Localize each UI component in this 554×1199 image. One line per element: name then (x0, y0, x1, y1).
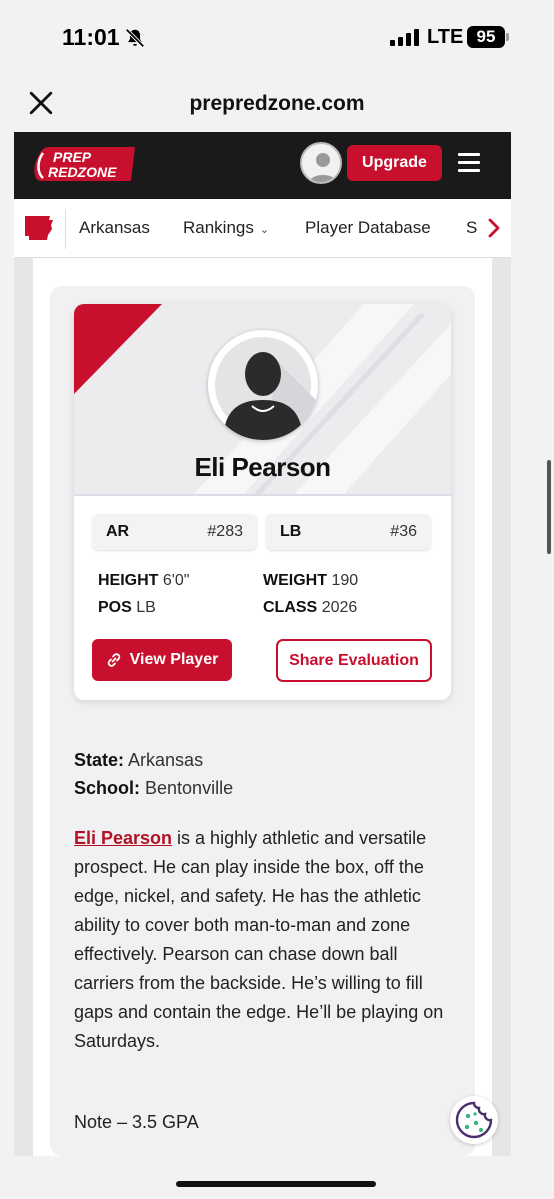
position-abbr: LB (280, 523, 302, 540)
player-name: Eli Pearson (194, 452, 331, 482)
school-info-label: School: (74, 778, 140, 798)
state-rank: #283 (207, 523, 243, 540)
cookie-icon (455, 1101, 493, 1139)
hamburger-menu-icon[interactable] (458, 153, 480, 173)
battery-nub (506, 33, 509, 41)
url-text[interactable]: prepredzone.com (0, 92, 554, 116)
nav-item-arkansas[interactable]: Arkansas (79, 218, 150, 238)
class-label: CLASS (263, 599, 318, 616)
view-player-button[interactable]: View Player (92, 639, 232, 681)
evaluation-body: is a highly athletic and versatile prosp… (74, 828, 444, 1051)
weight-value: 190 (331, 572, 359, 589)
player-evaluation-text: Eli Pearson is a highly athletic and ver… (74, 824, 448, 1056)
user-avatar-icon (308, 153, 338, 182)
bell-muted-icon (125, 28, 145, 48)
share-evaluation-button[interactable]: Share Evaluation (276, 639, 432, 682)
nav-item-player-database[interactable]: Player Database (305, 218, 431, 238)
state-info-label: State: (74, 750, 125, 770)
player-photo-placeholder (208, 330, 318, 440)
site-header: PREP REDZONE Upgrade (14, 132, 511, 199)
player-name-link[interactable]: Eli Pearson (74, 828, 172, 848)
nav-item-truncated[interactable]: S (466, 218, 477, 238)
content-area: Eli Pearson AR #283 LB #36 HEIGHT 6'0" W… (33, 258, 492, 1156)
view-player-label: View Player (129, 651, 219, 668)
player-silhouette-icon (215, 337, 318, 440)
logo-line2: REDZONE (48, 164, 117, 180)
state-info-value: Arkansas (128, 750, 204, 770)
state-rank-badge: AR #283 (92, 514, 257, 550)
cookie-settings-button[interactable] (450, 1096, 498, 1144)
class-value: 2026 (321, 599, 358, 616)
upgrade-button[interactable]: Upgrade (347, 145, 442, 181)
position-rank: #36 (390, 523, 417, 540)
arkansas-state-icon[interactable] (24, 213, 54, 243)
state-abbr: AR (106, 523, 130, 540)
chevron-down-icon: ⌄ (259, 224, 270, 236)
network-type: LTE (427, 26, 464, 48)
status-bar: 11:01 LTE 95 (0, 0, 554, 72)
site-nav: Arkansas Rankings ⌄ Player Database S (14, 199, 511, 258)
state-info: State: Arkansas (74, 750, 203, 771)
home-indicator[interactable] (176, 1181, 376, 1187)
scroll-indicator[interactable] (547, 460, 551, 554)
nav-item-rankings[interactable]: Rankings ⌄ (183, 218, 269, 238)
school-info-value: Bentonville (145, 778, 234, 798)
chevron-right-icon[interactable] (480, 214, 508, 242)
height-attribute: HEIGHT 6'0" (98, 572, 189, 590)
position-attribute: POS LB (98, 599, 156, 617)
browser-url-bar: prepredzone.com (0, 72, 554, 132)
profile-hero: Eli Pearson (74, 304, 451, 494)
hero-divider (74, 494, 451, 496)
nav-item-rankings-label: Rankings (183, 218, 254, 237)
player-profile-card: Eli Pearson AR #283 LB #36 HEIGHT 6'0" W… (74, 304, 451, 700)
pos-label: POS (98, 599, 132, 616)
user-avatar[interactable] (300, 142, 342, 184)
height-value: 6'0" (162, 572, 190, 589)
weight-attribute: WEIGHT 190 (263, 572, 358, 590)
battery-icon: 95 (467, 26, 505, 48)
height-label: HEIGHT (98, 572, 159, 589)
weight-label: WEIGHT (263, 572, 327, 589)
link-icon (107, 653, 120, 667)
status-time: 11:01 (62, 24, 120, 50)
gpa-note: Note – 3.5 GPA (74, 1112, 199, 1132)
pos-value: LB (136, 599, 156, 616)
nav-divider (65, 209, 66, 249)
logo-line1: PREP (53, 149, 92, 165)
class-attribute: CLASS 2026 (263, 599, 357, 617)
prep-redzone-logo[interactable]: PREP REDZONE (31, 145, 137, 183)
cell-signal-icon (390, 28, 420, 46)
school-info: School: Bentonville (74, 778, 233, 799)
web-viewport: PREP REDZONE Upgrade Arkansas Rankings ⌄ … (14, 132, 511, 1156)
position-rank-badge: LB #36 (266, 514, 431, 550)
